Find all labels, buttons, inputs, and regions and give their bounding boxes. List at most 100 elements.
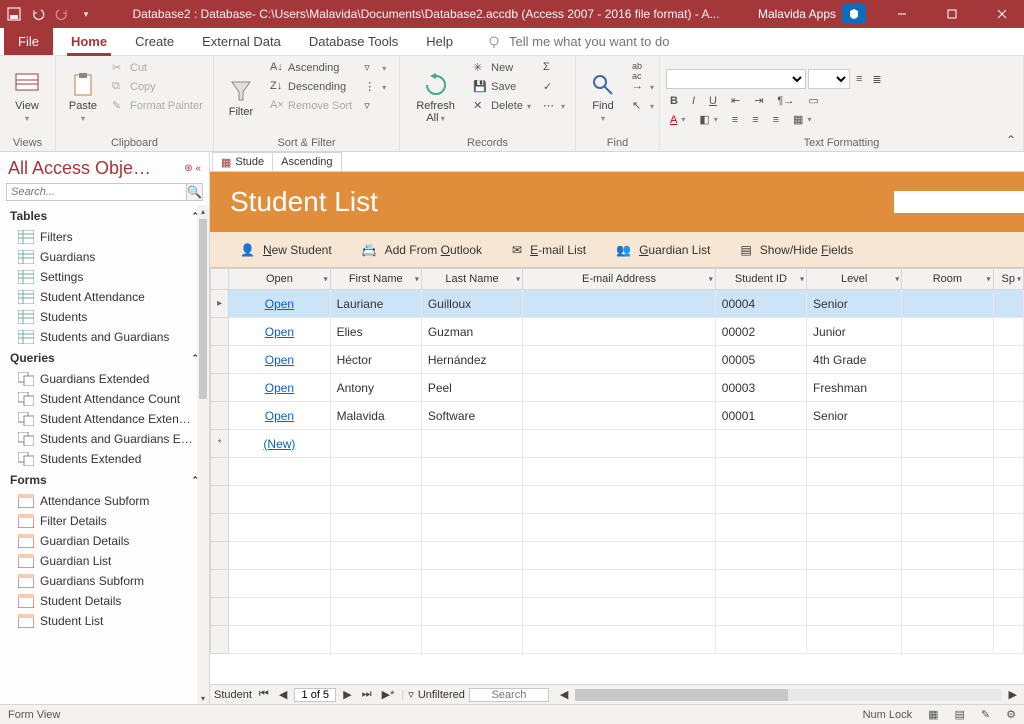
row-selector[interactable] — [211, 402, 229, 430]
column-header[interactable]: Level▾ — [807, 269, 902, 290]
numbering-button[interactable]: ≣ — [868, 69, 885, 89]
close-button[interactable] — [980, 0, 1024, 28]
tab-help[interactable]: Help — [412, 28, 467, 55]
selection-filter-button[interactable]: ▿▾ — [360, 60, 390, 76]
undo-icon[interactable] — [30, 6, 46, 22]
nav-item[interactable]: Student Attendance — [0, 287, 209, 307]
nav-item[interactable]: Settings — [0, 267, 209, 287]
goto-button[interactable]: →▾ — [628, 79, 658, 95]
recnav-first-button[interactable]: ⏮ — [256, 688, 272, 701]
new-student-button[interactable]: 👤New Student — [240, 243, 332, 257]
tellme-input[interactable] — [509, 34, 729, 49]
font-family-select[interactable] — [666, 69, 806, 89]
tab-database-tools[interactable]: Database Tools — [295, 28, 412, 55]
open-link[interactable]: Open — [265, 353, 294, 367]
select-button[interactable]: ↖▾ — [628, 98, 658, 114]
nav-item[interactable]: Guardian List — [0, 551, 209, 571]
nav-item[interactable]: Students and Guardians E… — [0, 429, 209, 449]
nav-item[interactable]: Students and Guardians — [0, 327, 209, 347]
bullets-button[interactable]: ≡ — [852, 69, 866, 89]
column-header[interactable]: Sp▾ — [993, 269, 1023, 290]
nav-item[interactable]: Filters — [0, 227, 209, 247]
hscroll-track[interactable] — [575, 689, 1001, 701]
table-row[interactable]: OpenHéctorHernández000054th Grade — [211, 346, 1024, 374]
highlight-button[interactable]: ▭ — [804, 93, 822, 108]
filter-button[interactable]: Filter — [220, 60, 262, 136]
chevron-down-icon[interactable]: ⊛ « — [184, 163, 201, 174]
column-header[interactable]: Student ID▾ — [715, 269, 806, 290]
table-row[interactable]: OpenAntonyPeel00003Freshman — [211, 374, 1024, 402]
scroll-down-icon[interactable]: ▾ — [199, 692, 207, 704]
tab-create[interactable]: Create — [121, 28, 188, 55]
form-header-search[interactable] — [894, 191, 1024, 213]
row-selector[interactable] — [211, 346, 229, 374]
column-header[interactable]: Open▾ — [229, 269, 330, 290]
save-record-button[interactable]: 💾Save — [469, 79, 535, 95]
ltr-button[interactable]: ¶→ — [773, 93, 798, 108]
nav-item[interactable]: Guardians Extended — [0, 369, 209, 389]
recnav-new-button[interactable]: ▶* — [379, 688, 398, 701]
save-icon[interactable] — [6, 6, 22, 22]
font-size-select[interactable] — [808, 69, 850, 89]
nav-item[interactable]: Guardian Details — [0, 531, 209, 551]
recnav-next-button[interactable]: ▶ — [340, 688, 354, 701]
nav-item[interactable]: Students — [0, 307, 209, 327]
remove-sort-button[interactable]: A×Remove Sort — [266, 98, 356, 114]
nav-item[interactable]: Students Extended — [0, 449, 209, 469]
open-link[interactable]: Open — [265, 381, 294, 395]
recnav-search-input[interactable] — [469, 688, 549, 702]
gridlines-button[interactable]: ▦▾ — [789, 112, 815, 127]
copy-button[interactable]: ⧉Copy — [108, 79, 207, 95]
new-row[interactable]: *(New) — [211, 430, 1024, 458]
qat-customize-icon[interactable]: ▾ — [78, 6, 94, 22]
column-header[interactable]: Last Name▾ — [421, 269, 522, 290]
nav-pane-title[interactable]: All Access Obje… ⊛ « — [0, 152, 209, 183]
maximize-button[interactable] — [930, 0, 974, 28]
nav-item[interactable]: Attendance Subform — [0, 491, 209, 511]
nav-item[interactable]: Student Attendance Count — [0, 389, 209, 409]
toggle-filter-button[interactable]: ▿ — [360, 98, 390, 114]
guardian-list-button[interactable]: 👥Guardian List — [616, 243, 710, 257]
search-icon[interactable]: 🔍 — [186, 184, 202, 200]
nav-group-header[interactable]: Queries⌃ — [0, 347, 209, 369]
view-layout-icon[interactable]: ✎ — [981, 708, 990, 721]
table-row[interactable]: OpenEliesGuzman00002Junior — [211, 318, 1024, 346]
paste-button[interactable]: Paste▾ — [62, 60, 104, 136]
tab-home[interactable]: Home — [57, 28, 121, 55]
recnav-position-input[interactable] — [294, 688, 336, 702]
find-button[interactable]: Find▾ — [582, 60, 624, 136]
doc-tab-ascending[interactable]: Ascending — [272, 152, 341, 171]
new-link[interactable]: (New) — [263, 437, 295, 451]
redo-icon[interactable] — [54, 6, 70, 22]
table-row[interactable]: ▸OpenLaurianeGuilloux00004Senior — [211, 290, 1024, 318]
file-tab[interactable]: File — [4, 28, 53, 55]
open-link[interactable]: Open — [265, 325, 294, 339]
indent-dec-button[interactable]: ⇤ — [727, 93, 744, 108]
nav-search-input[interactable] — [7, 184, 186, 200]
recnav-filter-status[interactable]: Unfiltered — [418, 689, 465, 701]
doc-tab-student-list[interactable]: ▦Stude — [212, 152, 273, 171]
nav-item[interactable]: Filter Details — [0, 511, 209, 531]
totals-button[interactable]: Σ — [539, 60, 569, 76]
hscroll-left-button[interactable]: ◀ — [557, 688, 571, 701]
align-right-button[interactable]: ≡ — [769, 112, 783, 127]
view-form-icon[interactable]: ▦ — [928, 708, 938, 721]
new-record-button[interactable]: ✳New — [469, 60, 535, 76]
italic-button[interactable]: I — [688, 93, 699, 108]
view-datasheet-icon[interactable]: ▤ — [955, 708, 965, 721]
fill-color-button[interactable]: ◧▾ — [695, 112, 721, 127]
add-from-outlook-button[interactable]: 📇Add From Outlook — [362, 243, 482, 257]
nav-group-header[interactable]: Tables⌃ — [0, 205, 209, 227]
column-header[interactable]: Room▾ — [902, 269, 993, 290]
indent-inc-button[interactable]: ⇥ — [750, 93, 767, 108]
font-color-button[interactable]: A▾ — [666, 112, 689, 127]
nav-item[interactable]: Guardians Subform — [0, 571, 209, 591]
replace-button[interactable]: abac — [628, 60, 658, 76]
email-list-button[interactable]: ✉E-mail List — [512, 243, 586, 257]
nav-item[interactable]: Student Attendance Exten… — [0, 409, 209, 429]
row-selector[interactable] — [211, 318, 229, 346]
table-row[interactable]: OpenMalavidaSoftware00001Senior — [211, 402, 1024, 430]
align-center-button[interactable]: ≡ — [748, 112, 762, 127]
column-header[interactable]: E-mail Address▾ — [523, 269, 716, 290]
delete-record-button[interactable]: ✕Delete ▾ — [469, 98, 535, 114]
